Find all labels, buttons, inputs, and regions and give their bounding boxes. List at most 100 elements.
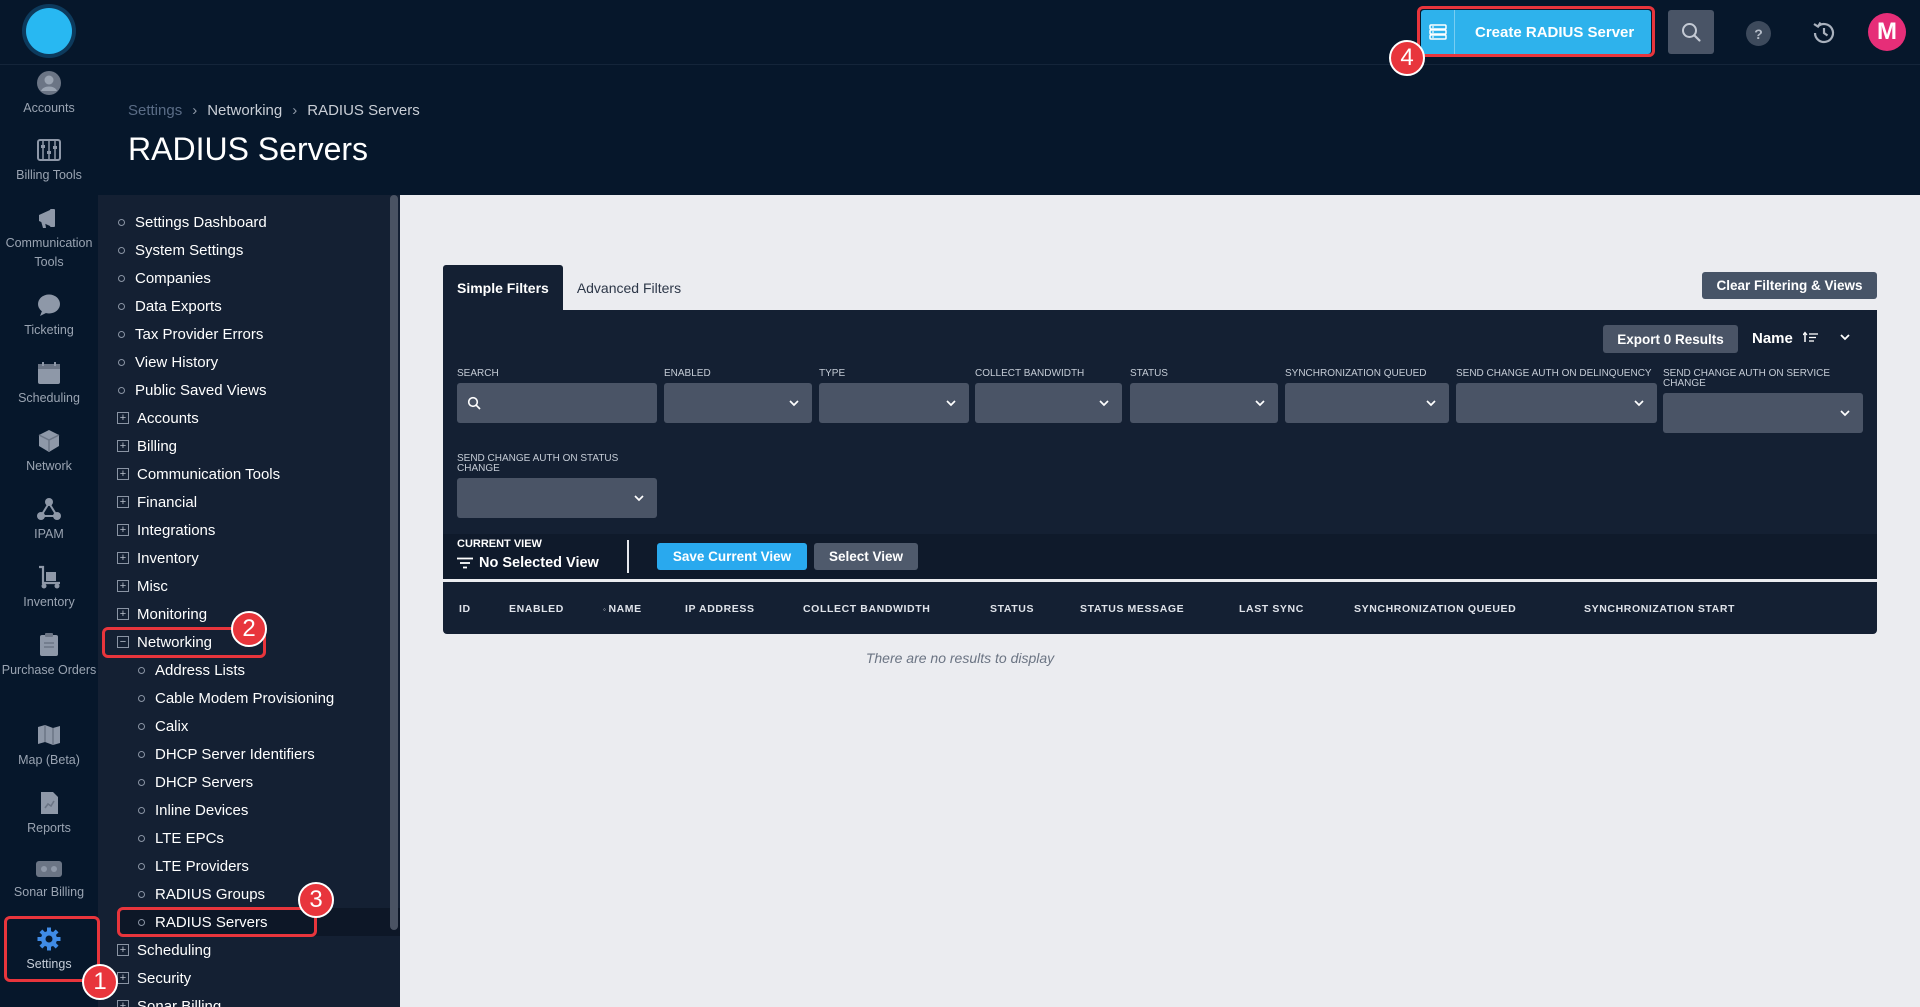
- current-view-value[interactable]: No Selected View: [457, 555, 599, 571]
- tree-item-tax-provider-errors[interactable]: Tax Provider Errors: [118, 320, 263, 348]
- tree-item-sonar-billing[interactable]: + Sonar Billing: [117, 992, 221, 1007]
- rail-item-map[interactable]: Map (Beta): [0, 722, 98, 770]
- tree-item-dhcp-server-identifiers[interactable]: DHCP Server Identifiers: [138, 740, 315, 768]
- tab-simple-filters[interactable]: Simple Filters: [443, 265, 563, 310]
- expand-icon[interactable]: +: [117, 944, 129, 956]
- tree-label: Inventory: [137, 549, 199, 567]
- change-auth-delinquency-select[interactable]: [1456, 383, 1657, 423]
- tree-scrollbar[interactable]: [390, 195, 398, 930]
- bullet-icon: [138, 806, 145, 814]
- rail-item-reports[interactable]: Reports: [0, 790, 98, 838]
- column-last-sync[interactable]: LAST SYNC: [1239, 603, 1304, 615]
- tree-item-lte-providers[interactable]: LTE Providers: [138, 852, 249, 880]
- tree-item-inventory[interactable]: + Inventory: [117, 544, 199, 572]
- rail-item-inventory[interactable]: Inventory: [0, 564, 98, 612]
- annotation-highlight-create-button: [1417, 6, 1655, 57]
- tree-item-companies[interactable]: Companies: [118, 264, 211, 292]
- rail-item-network[interactable]: Network: [0, 428, 98, 476]
- report-icon: [41, 792, 58, 814]
- tree-item-dhcp-servers[interactable]: DHCP Servers: [138, 768, 253, 796]
- cubes-icon: [38, 430, 60, 452]
- collect-bandwidth-select[interactable]: [975, 383, 1122, 423]
- app-logo[interactable]: [26, 8, 72, 54]
- search-input[interactable]: [457, 383, 657, 423]
- column-name[interactable]: ◦ NAME: [603, 603, 642, 615]
- global-search-button[interactable]: [1668, 10, 1714, 54]
- breadcrumb-settings[interactable]: Settings: [128, 102, 182, 119]
- rail-label: IPAM: [34, 527, 64, 541]
- tree-item-billing[interactable]: + Billing: [117, 432, 177, 460]
- enabled-select[interactable]: [664, 383, 812, 423]
- tree-label: RADIUS Groups: [155, 885, 266, 903]
- column-status[interactable]: STATUS: [990, 603, 1034, 615]
- save-current-view-button[interactable]: Save Current View: [657, 543, 807, 570]
- change-auth-service-select[interactable]: [1663, 393, 1863, 433]
- tree-item-inline-devices[interactable]: Inline Devices: [138, 796, 248, 824]
- table-header: ID ENABLED ◦ NAME IP ADDRESS COLLECT BAND…: [443, 582, 1877, 634]
- rail-item-scheduling[interactable]: Scheduling: [0, 360, 98, 408]
- rail-label: Reports: [27, 821, 71, 835]
- bullet-icon: [138, 862, 145, 870]
- clear-filtering-button[interactable]: Clear Filtering & Views: [1702, 272, 1877, 299]
- tree-item-accounts[interactable]: + Accounts: [117, 404, 199, 432]
- bullet-icon: [118, 358, 125, 366]
- rail-item-ticketing[interactable]: Ticketing: [0, 292, 98, 340]
- expand-icon[interactable]: +: [117, 552, 129, 564]
- tree-item-public-saved-views[interactable]: Public Saved Views: [118, 376, 266, 404]
- column-synchronization-queued[interactable]: SYNCHRONIZATION QUEUED: [1354, 603, 1516, 615]
- column-enabled[interactable]: ENABLED: [509, 603, 564, 615]
- user-avatar[interactable]: M: [1868, 13, 1906, 51]
- expand-icon[interactable]: +: [117, 972, 129, 984]
- expand-icon[interactable]: +: [117, 580, 129, 592]
- rail-item-accounts[interactable]: Accounts: [0, 70, 98, 118]
- status-select[interactable]: [1130, 383, 1278, 423]
- tree-item-security[interactable]: + Security: [117, 964, 191, 992]
- tree-item-radius-groups[interactable]: RADIUS Groups: [138, 880, 265, 908]
- tree-item-view-history[interactable]: View History: [118, 348, 218, 376]
- change-auth-status-select[interactable]: [457, 478, 657, 518]
- history-icon[interactable]: [1809, 18, 1839, 48]
- column-status-message[interactable]: STATUS MESSAGE: [1080, 603, 1184, 615]
- expand-icon[interactable]: +: [117, 496, 129, 508]
- breadcrumb-networking[interactable]: Networking: [207, 102, 282, 119]
- export-results-button[interactable]: Export 0 Results: [1603, 325, 1738, 353]
- column-synchronization-start[interactable]: SYNCHRONIZATION START: [1584, 603, 1735, 615]
- tree-item-misc[interactable]: + Misc: [117, 572, 168, 600]
- tree-item-system-settings[interactable]: System Settings: [118, 236, 243, 264]
- expand-icon[interactable]: +: [117, 608, 129, 620]
- page-title: RADIUS Servers: [128, 131, 369, 167]
- rail-item-communication-tools[interactable]: Communication Tools: [0, 205, 98, 272]
- tree-item-cable-modem-provisioning[interactable]: Cable Modem Provisioning: [138, 684, 334, 712]
- tree-item-lte-epcs[interactable]: LTE EPCs: [138, 824, 224, 852]
- tree-label: Integrations: [137, 521, 216, 539]
- expand-icon[interactable]: +: [117, 468, 129, 480]
- tree-label: Calix: [155, 717, 189, 735]
- tree-item-monitoring[interactable]: + Monitoring: [117, 600, 207, 628]
- expand-icon[interactable]: +: [117, 440, 129, 452]
- column-id[interactable]: ID: [459, 603, 471, 615]
- rail-item-billing-tools[interactable]: Billing Tools: [0, 137, 98, 185]
- tree-item-data-exports[interactable]: Data Exports: [118, 292, 222, 320]
- tree-item-communication-tools[interactable]: + Communication Tools: [117, 460, 280, 488]
- tree-item-financial[interactable]: + Financial: [117, 488, 197, 516]
- expand-icon[interactable]: +: [117, 412, 129, 424]
- type-select[interactable]: [819, 383, 969, 423]
- tree-item-settings-dashboard[interactable]: Settings Dashboard: [118, 208, 267, 236]
- tree-item-scheduling[interactable]: + Scheduling: [117, 936, 211, 964]
- select-view-button[interactable]: Select View: [814, 543, 918, 570]
- column-ip-address[interactable]: IP ADDRESS: [685, 603, 755, 615]
- rail-item-ipam[interactable]: IPAM: [0, 496, 98, 544]
- chevron-down-icon[interactable]: [1838, 330, 1852, 344]
- expand-icon[interactable]: +: [117, 1000, 129, 1007]
- column-collect-bandwidth[interactable]: COLLECT BANDWIDTH: [803, 603, 930, 615]
- help-icon[interactable]: ?: [1746, 21, 1771, 46]
- tree-item-calix[interactable]: Calix: [138, 712, 188, 740]
- chevron-down-icon: [1840, 410, 1850, 417]
- sort-selector[interactable]: Name: [1752, 330, 1819, 347]
- expand-icon[interactable]: +: [117, 524, 129, 536]
- synchronization-queued-select[interactable]: [1285, 383, 1449, 423]
- tree-item-integrations[interactable]: + Integrations: [117, 516, 215, 544]
- tab-advanced-filters[interactable]: Advanced Filters: [563, 265, 695, 310]
- rail-item-sonar-billing[interactable]: Sonar Billing: [0, 858, 98, 902]
- sort-label: Name: [1752, 330, 1793, 347]
